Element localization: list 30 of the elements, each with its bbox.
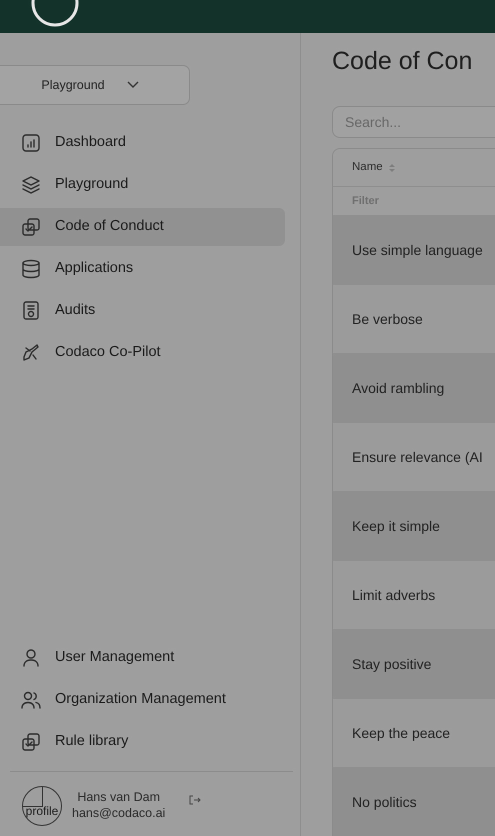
chart-icon — [20, 132, 42, 154]
search-field[interactable]: Search... — [332, 106, 495, 138]
users-icon — [20, 689, 42, 711]
checklist-icon — [20, 731, 42, 753]
table-cell: No politics — [333, 767, 495, 836]
nav-item[interactable]: Code of Conduct — [0, 208, 285, 246]
avatar: profile — [22, 786, 62, 826]
logout-icon[interactable] — [189, 795, 202, 805]
table-cell: Stay positive — [333, 629, 495, 698]
layers-icon — [20, 174, 42, 196]
nav-item[interactable]: Codaco Co-Pilot — [0, 334, 285, 372]
page-title: Code of Con — [332, 46, 474, 76]
database-icon — [20, 258, 42, 280]
table-cell: Keep it simple — [333, 491, 495, 560]
sort-icon — [388, 162, 395, 172]
nav-item[interactable]: Organization Management — [0, 681, 285, 719]
column-header[interactable]: Name — [333, 149, 495, 187]
user-email: hans@codaco.ai — [72, 806, 166, 822]
table-cell: Use simple language — [333, 215, 495, 284]
nav-item[interactable]: Applications — [0, 250, 285, 288]
nav-item[interactable]: User Management — [0, 639, 285, 677]
user-name: Hans van Dam — [76, 790, 161, 806]
nav-item[interactable]: Rule library — [0, 723, 285, 761]
table-cell: Avoid rambling — [333, 353, 495, 422]
chevron-down-icon — [126, 81, 139, 89]
workspace-dropdown[interactable]: Playground — [0, 65, 190, 105]
nav-item[interactable]: Playground — [0, 166, 285, 204]
checklist-icon — [20, 216, 42, 238]
nav-item[interactable]: Dashboard — [0, 124, 285, 162]
nav-item[interactable]: Audits — [0, 292, 285, 330]
